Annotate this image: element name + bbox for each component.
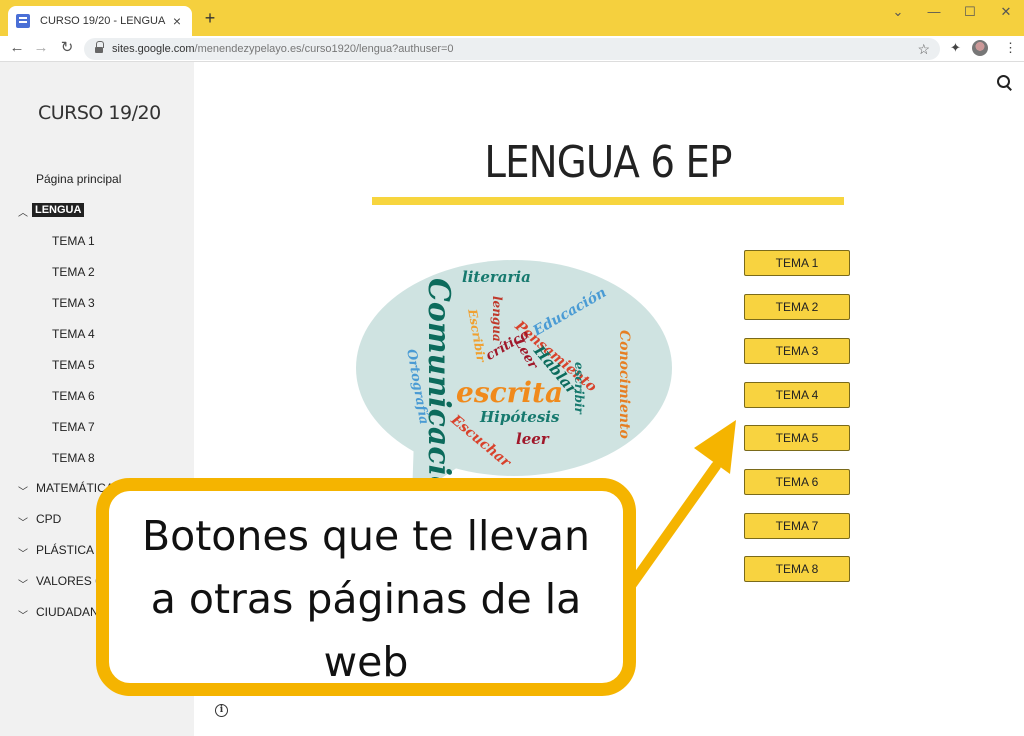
- nav-subitem-tema-5[interactable]: TEMA 5: [52, 358, 95, 372]
- lock-icon: [94, 41, 104, 54]
- nav-section-plastica[interactable]: PLÁSTICA: [36, 543, 94, 557]
- close-tab-icon[interactable]: ×: [170, 14, 184, 28]
- word-literaria: literaria: [462, 268, 531, 286]
- word-lengua: lengua: [490, 296, 504, 342]
- nav-subitem-tema-3[interactable]: TEMA 3: [52, 296, 95, 310]
- browser-toolbar: ← → ↻ sites.google.com/menendezypelayo.e…: [0, 36, 1024, 62]
- chevron-up-icon[interactable]: ︿: [18, 204, 28, 219]
- chevron-down-icon[interactable]: ﹀: [18, 607, 28, 622]
- address-bar[interactable]: sites.google.com/menendezypelayo.es/curs…: [84, 38, 940, 60]
- callout-line-1: Botones que te llevan: [142, 512, 590, 560]
- site-title[interactable]: CURSO 19/20: [38, 102, 161, 124]
- tema-2-button[interactable]: TEMA 2: [744, 294, 850, 320]
- reload-icon[interactable]: ↻: [58, 39, 76, 57]
- nav-subitem-tema-2[interactable]: TEMA 2: [52, 265, 95, 279]
- tema-1-button[interactable]: TEMA 1: [744, 250, 850, 276]
- forward-icon[interactable]: →: [32, 39, 50, 57]
- nav-subitem-tema-8[interactable]: TEMA 8: [52, 451, 95, 465]
- menu-icon[interactable]: ⋮: [1004, 40, 1017, 56]
- title-underline: [372, 197, 844, 205]
- nav-section-cpd[interactable]: CPD: [36, 512, 61, 526]
- tema-6-button[interactable]: TEMA 6: [744, 469, 850, 495]
- maximize-button[interactable]: ☐: [960, 4, 980, 20]
- nav-section-valores[interactable]: VALORES 6: [36, 574, 102, 588]
- nav-subitem-tema-4[interactable]: TEMA 4: [52, 327, 95, 341]
- browser-window: CURSO 19/20 - LENGUA × + ⌄ — ☐ ✕ ← → ↻ s…: [0, 0, 1024, 736]
- browser-tab[interactable]: CURSO 19/20 - LENGUA ×: [8, 6, 192, 36]
- tema-7-button[interactable]: TEMA 7: [744, 513, 850, 539]
- tema-4-button[interactable]: TEMA 4: [744, 382, 850, 408]
- tema-5-button[interactable]: TEMA 5: [744, 425, 850, 451]
- chevron-down-icon[interactable]: ﹀: [18, 545, 28, 560]
- site-favicon-icon: [16, 14, 30, 28]
- word-leer-lower: leer: [516, 430, 549, 448]
- callout-text: Botones que te llevan a otras páginas de…: [109, 505, 623, 694]
- word-cloud-image: literaria Comunicación Educación Pensami…: [354, 258, 674, 518]
- close-window-button[interactable]: ✕: [996, 4, 1016, 20]
- chevron-down-icon[interactable]: ﹀: [18, 514, 28, 529]
- bookmark-star-icon[interactable]: ☆: [917, 41, 930, 58]
- back-icon[interactable]: ←: [8, 39, 26, 57]
- callout-line-2: a otras páginas de la: [150, 575, 582, 623]
- new-tab-button[interactable]: +: [200, 8, 220, 29]
- nav-home[interactable]: Página principal: [36, 172, 121, 186]
- tema-3-button[interactable]: TEMA 3: [744, 338, 850, 364]
- nav-subitem-tema-7[interactable]: TEMA 7: [52, 420, 95, 434]
- chevron-down-icon[interactable]: ﹀: [18, 576, 28, 591]
- minimize-button[interactable]: —: [924, 4, 944, 19]
- word-conocimiento: Conocimiento: [616, 330, 632, 439]
- profile-avatar[interactable]: [972, 40, 988, 56]
- search-icon[interactable]: [996, 74, 1014, 92]
- info-icon[interactable]: i: [215, 704, 228, 717]
- nav-lengua-active[interactable]: LENGUA: [32, 203, 85, 217]
- word-escrita: escrita: [456, 376, 564, 409]
- nav-subitem-tema-1[interactable]: TEMA 1: [52, 234, 95, 248]
- url-text: sites.google.com/menendezypelayo.es/curs…: [112, 43, 454, 55]
- word-escribir-lower: escribir: [572, 362, 586, 414]
- tab-search-icon[interactable]: ⌄: [888, 4, 908, 20]
- extensions-icon[interactable]: ✦: [950, 40, 961, 56]
- tab-strip: CURSO 19/20 - LENGUA × + ⌄ — ☐ ✕: [0, 0, 1024, 36]
- callout-line-3: web: [323, 638, 409, 686]
- callout-box: Botones que te llevan a otras páginas de…: [96, 478, 636, 696]
- nav-subitem-tema-6[interactable]: TEMA 6: [52, 389, 95, 403]
- chevron-down-icon[interactable]: ﹀: [18, 483, 28, 498]
- word-hipotesis: Hipótesis: [480, 408, 560, 426]
- tab-title: CURSO 19/20 - LENGUA: [40, 15, 166, 27]
- tema-8-button[interactable]: TEMA 8: [744, 556, 850, 582]
- page-title: LENGUA 6 EP: [484, 137, 732, 188]
